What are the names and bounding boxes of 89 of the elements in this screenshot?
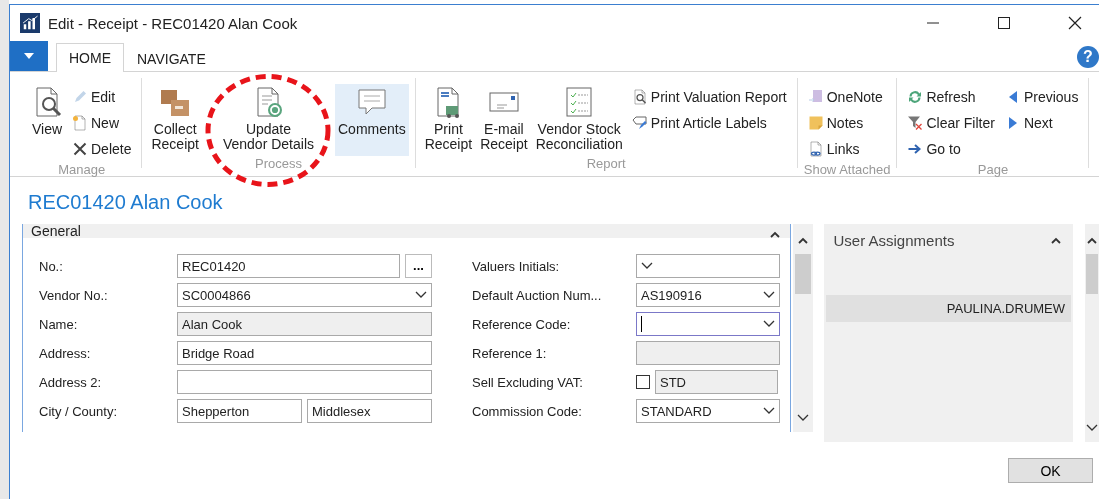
window-title: Edit - Receipt - REC01420 Alan Cook xyxy=(48,14,298,32)
chevron-down-icon xyxy=(1086,424,1099,432)
scrollbar[interactable] xyxy=(792,224,813,432)
onenote-icon xyxy=(807,89,824,105)
ribbon-button[interactable]: View xyxy=(28,84,66,156)
ribbon-button[interactable]: Refresh xyxy=(903,84,999,110)
document-link-icon xyxy=(807,141,824,157)
new-document-icon xyxy=(72,115,88,131)
group-label: Manage xyxy=(57,162,107,177)
field-label: Vendor No.: xyxy=(39,287,109,303)
close-icon[interactable] xyxy=(1068,16,1082,30)
ribbon-tab[interactable]: HOME xyxy=(56,43,124,72)
text-field[interactable]: Middlesex xyxy=(307,399,432,423)
group-label: Page xyxy=(976,162,1010,177)
ribbon-button[interactable]: Comments xyxy=(335,84,409,156)
field-label: Address: xyxy=(39,345,92,361)
scrollbar[interactable] xyxy=(1085,224,1099,442)
text-field[interactable]: REC01420 xyxy=(177,254,400,278)
help-button[interactable]: ? xyxy=(1077,46,1099,68)
triangle-down-icon xyxy=(24,53,34,59)
ribbon-button[interactable]: Next xyxy=(1000,110,1083,136)
chevron-up-icon xyxy=(1087,237,1098,244)
clear-filter-icon xyxy=(907,115,924,131)
chevron-up-icon xyxy=(769,231,780,238)
field-label: Address 2: xyxy=(39,374,103,390)
pencil-icon xyxy=(72,89,88,105)
text-field[interactable] xyxy=(177,370,432,394)
section-title: General xyxy=(31,224,81,238)
chevron-down-icon xyxy=(763,291,775,299)
ribbon-button[interactable]: Print Receipt xyxy=(421,84,476,156)
dropdown-field[interactable]: AS190916 xyxy=(636,283,780,307)
ribbon-button[interactable]: Clear Filter xyxy=(903,110,999,136)
field-label: No.: xyxy=(39,258,64,274)
text-cursor xyxy=(641,316,642,332)
readonly-field: STD xyxy=(655,370,778,394)
field-label: Reference 1: xyxy=(472,345,548,361)
chevron-down-icon xyxy=(415,291,427,299)
field-label: Valuers Initials: xyxy=(472,258,561,274)
delete-icon xyxy=(72,141,88,157)
ribbon-button[interactable]: Print Article Labels xyxy=(627,110,791,136)
tag-pencil-icon xyxy=(631,115,648,131)
field-label: Name: xyxy=(39,316,79,332)
scrollbar-thumb[interactable] xyxy=(1086,254,1099,294)
ribbon-button[interactable]: Collect Receipt xyxy=(148,84,202,156)
ribbon-button[interactable]: Previous xyxy=(1000,84,1083,110)
scrollbar-thumb[interactable] xyxy=(794,254,811,294)
chevron-up-icon xyxy=(1051,237,1062,244)
app-menu-button[interactable] xyxy=(10,41,48,71)
chevron-down-icon xyxy=(796,414,809,422)
section-title: User Assignments xyxy=(833,232,955,249)
bar-chart-app-icon xyxy=(20,13,40,33)
chevron-down-icon xyxy=(763,320,775,328)
chevron-up-icon xyxy=(797,237,808,244)
chevron-down-icon xyxy=(641,262,653,270)
dropdown-field[interactable]: STANDARD xyxy=(636,399,780,423)
dropdown-field[interactable]: SC0004866 xyxy=(177,283,432,307)
field-label: Sell Excluding VAT: xyxy=(472,374,584,390)
dropdown-field[interactable] xyxy=(636,254,780,278)
ribbon-button[interactable]: Delete xyxy=(68,136,136,162)
ribbon-tab[interactable]: NAVIGATE xyxy=(124,44,219,72)
ribbon-button[interactable]: E-mail Receipt xyxy=(477,84,531,156)
document-magnifier-icon xyxy=(631,89,648,105)
refresh-icon xyxy=(907,89,924,105)
maximize-icon[interactable] xyxy=(997,16,1011,30)
text-field[interactable]: Shepperton xyxy=(177,399,302,423)
field-label: Commission Code: xyxy=(472,403,583,419)
group-label: Report xyxy=(585,156,627,171)
list-row[interactable]: PAULINA.DRUMEW xyxy=(825,295,1072,322)
chevron-down-icon xyxy=(763,407,775,415)
ribbon-button[interactable]: Print Valuation Report xyxy=(627,84,791,110)
field-label: City / County: xyxy=(39,403,119,419)
dropdown-field[interactable] xyxy=(636,312,780,336)
assist-button[interactable]: ... xyxy=(405,254,432,278)
field-label: Reference Code: xyxy=(472,316,572,332)
checkbox[interactable] xyxy=(636,375,650,389)
ribbon-button[interactable]: Update Vendor Details xyxy=(219,84,317,156)
ribbon-button[interactable]: Vendor Stock Reconciliation xyxy=(532,84,626,156)
ok-button[interactable]: OK xyxy=(1008,458,1093,483)
group-label: Process xyxy=(254,156,304,171)
sticky-note-icon xyxy=(807,115,824,131)
ribbon-button[interactable]: Go to xyxy=(903,136,999,162)
ribbon-button[interactable]: New xyxy=(68,110,136,136)
page-title: REC01420 Alan Cook xyxy=(28,191,224,214)
readonly-field: Alan Cook xyxy=(177,312,432,336)
ribbon-button[interactable]: Links xyxy=(803,136,887,162)
text-field[interactable]: Bridge Road xyxy=(177,341,432,365)
ribbon-button[interactable]: Notes xyxy=(803,110,887,136)
field-label: Default Auction Num... xyxy=(472,287,603,303)
group-label: Show Attached xyxy=(803,162,891,177)
